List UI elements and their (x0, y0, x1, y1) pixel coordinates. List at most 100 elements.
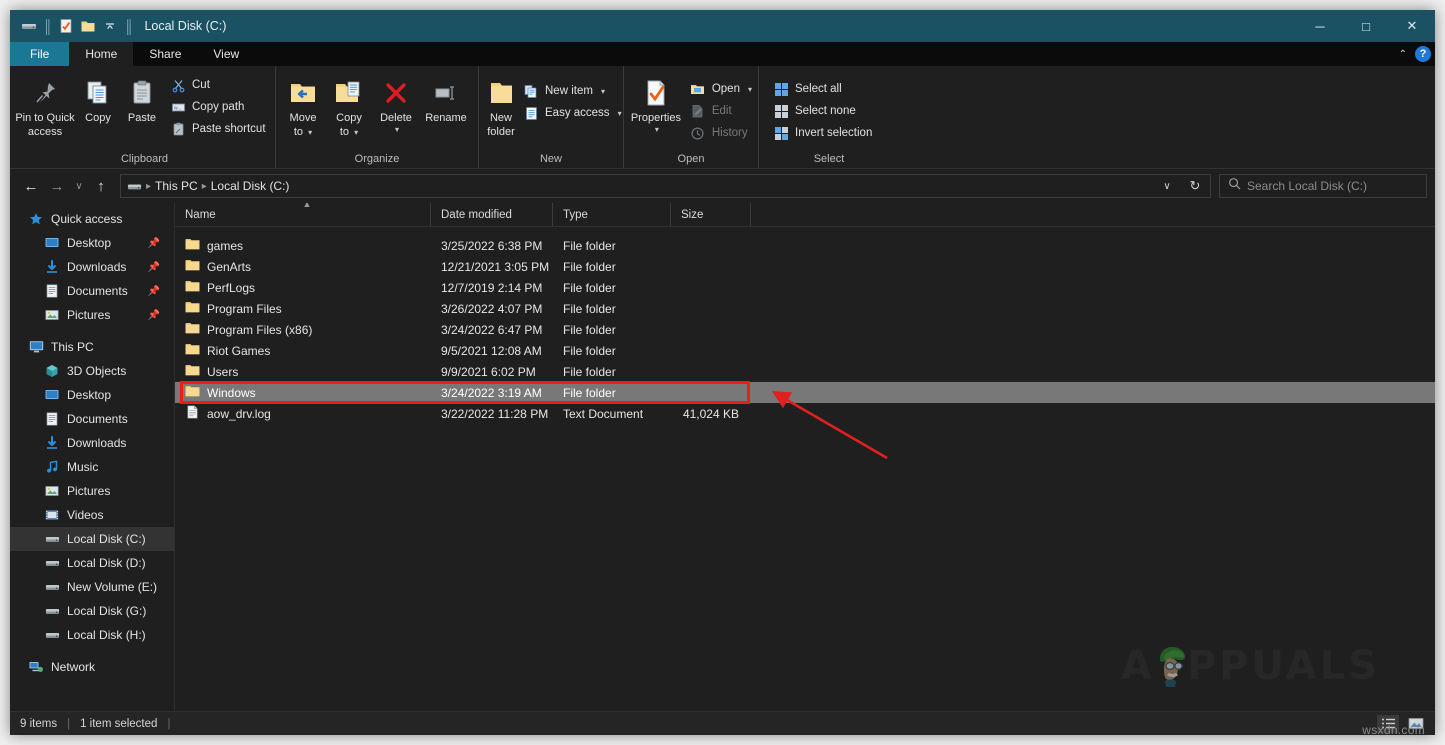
sidebar-item-downloads-qa[interactable]: Downloads 📌 (10, 255, 174, 279)
breadcrumb-separator-2[interactable]: ▸ (202, 181, 207, 192)
breadcrumb-separator-1[interactable]: ▸ (146, 181, 151, 192)
sidebar-item-music[interactable]: Music (10, 455, 174, 479)
new-item-button[interactable]: New item ▾ (517, 80, 628, 102)
breadcrumb-dropdown-icon[interactable]: ∨ (1158, 173, 1176, 199)
move-to-button[interactable]: Move to ▾ (280, 72, 326, 139)
table-row[interactable]: Windows3/24/2022 3:19 AMFile folder (175, 382, 1435, 403)
table-row[interactable]: PerfLogs12/7/2019 2:14 PMFile folder (175, 277, 1435, 298)
copy-button[interactable]: Copy (76, 72, 120, 124)
breadcrumb-item-local-disk-c[interactable]: Local Disk (C:) (211, 179, 290, 193)
back-button[interactable]: ← (18, 173, 44, 199)
tab-share[interactable]: Share (133, 42, 197, 66)
pin-to-quick-access-button[interactable]: Pin to Quick access (14, 72, 76, 138)
minimize-button[interactable]: ─ (1297, 10, 1343, 42)
cut-button[interactable]: Cut (164, 74, 272, 96)
delete-button[interactable]: Delete ▾ (372, 72, 420, 136)
sidebar-item-documents-qa[interactable]: Documents 📌 (10, 279, 174, 303)
cell-name: PerfLogs (175, 279, 431, 296)
pin-icon[interactable]: 📌 (148, 262, 160, 273)
search-input[interactable]: Search Local Disk (C:) (1219, 174, 1427, 198)
navigation-pane[interactable]: Quick access Desktop 📌 Downloads 📌 Docum… (10, 203, 175, 711)
properties-icon[interactable] (55, 15, 77, 37)
up-button[interactable]: ↑ (88, 173, 114, 199)
close-button[interactable]: ✕ (1389, 10, 1435, 42)
drive-icon (44, 627, 60, 643)
paste-shortcut-button[interactable]: Paste shortcut (164, 118, 272, 140)
help-icon[interactable]: ? (1415, 46, 1431, 62)
move-to-icon (287, 76, 319, 110)
sidebar-item-local-disk-c[interactable]: Local Disk (C:) (10, 527, 174, 551)
sidebar-item-pictures-qa[interactable]: Pictures 📌 (10, 303, 174, 327)
file-list-pane[interactable]: ▲ Name Date modified Type Size games3/25… (175, 203, 1435, 711)
table-row[interactable]: GenArts12/21/2021 3:05 PMFile folder (175, 256, 1435, 277)
sidebar-item-desktop-qa[interactable]: Desktop 📌 (10, 231, 174, 255)
table-row[interactable]: Users9/9/2021 6:02 PMFile folder (175, 361, 1435, 382)
table-row[interactable]: Riot Games9/5/2021 12:08 AMFile folder (175, 340, 1435, 361)
sidebar-item-pictures[interactable]: Pictures (10, 479, 174, 503)
paste-button[interactable]: Paste (120, 72, 164, 124)
pin-icon[interactable]: 📌 (148, 238, 160, 249)
sidebar-item-downloads[interactable]: Downloads (10, 431, 174, 455)
sidebar-item-quick-access[interactable]: Quick access (10, 207, 174, 231)
invert-selection-button[interactable]: Invert selection (767, 122, 878, 144)
cut-label: Cut (192, 79, 210, 91)
scissors-icon (170, 77, 186, 93)
collapse-ribbon-icon[interactable]: ⌃ (1399, 49, 1407, 60)
copy-label: Copy (85, 112, 111, 124)
sidebar-item-this-pc[interactable]: This PC (10, 335, 174, 359)
easy-access-button[interactable]: Easy access ▾ (517, 102, 628, 124)
select-none-button[interactable]: Select none (767, 100, 878, 122)
sidebar-item-local-disk-h[interactable]: Local Disk (H:) (10, 623, 174, 647)
history-button[interactable]: History (684, 122, 758, 144)
drive-icon[interactable] (18, 15, 40, 37)
sidebar-label: Documents (67, 284, 128, 298)
pin-icon (30, 76, 60, 110)
sidebar-item-videos[interactable]: Videos (10, 503, 174, 527)
open-button[interactable]: Open ▾ (684, 78, 758, 100)
recent-locations-button[interactable]: ∨ (70, 173, 88, 199)
column-header-type[interactable]: Type (553, 203, 671, 226)
pin-icon[interactable]: 📌 (148, 310, 160, 321)
breadcrumb-item-this-pc[interactable]: This PC (155, 179, 198, 193)
pin-icon[interactable]: 📌 (148, 286, 160, 297)
new-folder-icon[interactable] (77, 15, 99, 37)
edit-button[interactable]: Edit (684, 100, 758, 122)
sidebar-item-network[interactable]: Network (10, 655, 174, 679)
copy-path-button[interactable]: w... Copy path (164, 96, 272, 118)
customize-chevron-icon[interactable] (99, 15, 121, 37)
sidebar-item-local-disk-g[interactable]: Local Disk (G:) (10, 599, 174, 623)
sidebar-item-documents[interactable]: Documents (10, 407, 174, 431)
forward-button[interactable]: → (44, 173, 70, 199)
column-header-size[interactable]: Size (671, 203, 751, 226)
tab-file[interactable]: File (10, 42, 69, 66)
copy-to-button[interactable]: Copy to ▾ (326, 72, 372, 139)
table-row[interactable]: aow_drv.log3/22/2022 11:28 PMText Docume… (175, 403, 1435, 424)
column-header-date-modified[interactable]: Date modified (431, 203, 553, 226)
pin-to-quick-access-label-2: access (28, 126, 62, 138)
select-all-button[interactable]: Select all (767, 78, 878, 100)
new-folder-button[interactable]: New folder (485, 72, 517, 138)
breadcrumb-drive-icon[interactable] (127, 179, 142, 194)
column-header-name[interactable]: ▲ Name (175, 203, 431, 226)
sidebar-label: Desktop (67, 236, 111, 250)
sidebar-item-3d-objects[interactable]: 3D Objects (10, 359, 174, 383)
table-row[interactable]: Program Files (x86)3/24/2022 6:47 PMFile… (175, 319, 1435, 340)
maximize-button[interactable]: □ (1343, 10, 1389, 42)
refresh-icon[interactable]: ↻ (1186, 173, 1204, 199)
rename-button[interactable]: Rename (420, 72, 472, 124)
sidebar-item-local-disk-d[interactable]: Local Disk (D:) (10, 551, 174, 575)
table-row[interactable]: Program Files3/26/2022 4:07 PMFile folde… (175, 298, 1435, 319)
sidebar-label: Downloads (67, 260, 126, 274)
breadcrumb[interactable]: ▸ This PC ▸ Local Disk (C:) ∨ ↻ (120, 174, 1211, 198)
file-name-label: GenArts (207, 260, 251, 274)
ribbon-group-clipboard: Pin to Quick access Copy Paste (14, 66, 276, 168)
properties-button[interactable]: Properties ▾ (628, 72, 684, 136)
copy-to-label-2: to ▾ (340, 126, 358, 139)
chevron-down-icon: ▾ (618, 109, 622, 118)
sidebar-item-new-volume-e[interactable]: New Volume (E:) (10, 575, 174, 599)
clipboard-small-buttons: Cut w... Copy path Paste shortcut (164, 72, 272, 140)
sidebar-item-desktop[interactable]: Desktop (10, 383, 174, 407)
table-row[interactable]: games3/25/2022 6:38 PMFile folder (175, 235, 1435, 256)
tab-home[interactable]: Home (69, 42, 133, 66)
tab-view[interactable]: View (197, 42, 255, 66)
